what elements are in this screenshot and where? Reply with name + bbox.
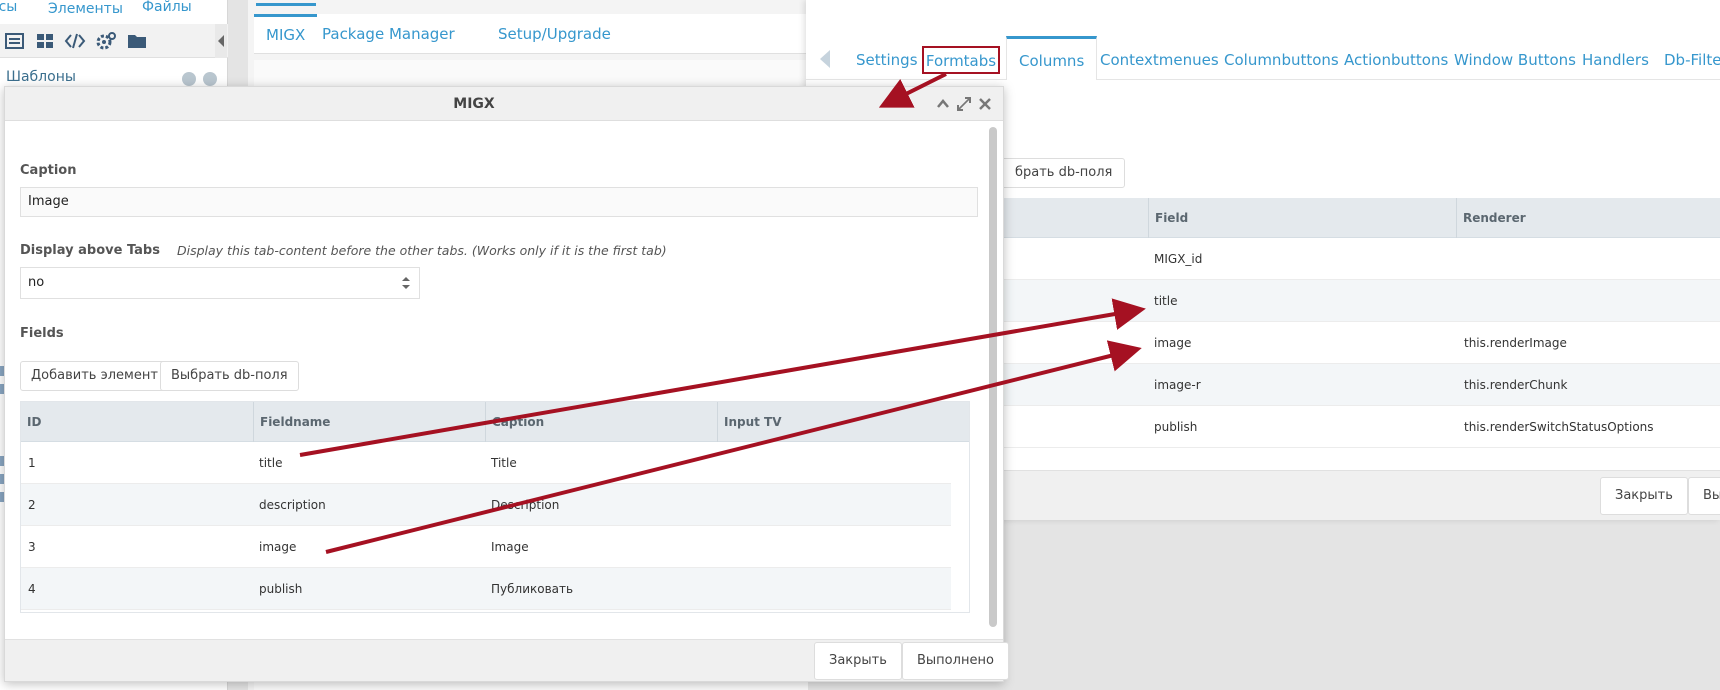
- cell-caption: Description: [491, 498, 560, 512]
- tab-handlers[interactable]: Handlers: [1582, 40, 1649, 80]
- modal-body: Caption Image Display above Tabs Display…: [5, 121, 1003, 639]
- close-button[interactable]: Закрыть: [814, 642, 902, 680]
- maximize-icon[interactable]: [957, 97, 971, 111]
- tab-columns[interactable]: Columns: [1006, 36, 1098, 80]
- done-button[interactable]: Вы: [1688, 477, 1720, 515]
- tree-toolbar: [0, 24, 228, 58]
- column-header-fieldname[interactable]: Fieldname: [253, 402, 485, 442]
- cell-field: title: [1154, 294, 1178, 308]
- cell-field: image-r: [1154, 378, 1201, 392]
- cell-renderer: this.renderImage: [1464, 336, 1567, 350]
- tab-contextmenues[interactable]: Contextmenues: [1100, 40, 1219, 80]
- tab-resources[interactable]: осы: [0, 0, 29, 20]
- refresh-icon[interactable]: [203, 72, 217, 86]
- tab-formtabs[interactable]: Formtabs: [922, 46, 1000, 74]
- tab-setup-upgrade[interactable]: Setup/Upgrade: [486, 14, 623, 54]
- collapse-left-icon: [218, 35, 224, 47]
- collapse-panel-button[interactable]: [215, 24, 227, 58]
- cell-fieldname: image: [259, 540, 297, 554]
- tree-item-label: Шаблоны: [6, 69, 76, 85]
- gears-icon[interactable]: [95, 31, 117, 51]
- table-row[interactable]: 4 publish Публиковать: [21, 568, 951, 610]
- scrollbar[interactable]: [989, 127, 997, 627]
- cell-renderer: this.renderSwitchStatusOptions: [1464, 420, 1654, 434]
- select-db-fields-button[interactable]: брать db-поля: [996, 158, 1126, 188]
- cell-id: 3: [28, 540, 36, 554]
- migx-formtab-modal: MIGX Caption Image Display above Tabs Di…: [4, 86, 1009, 682]
- column-header-id[interactable]: ID: [21, 402, 253, 442]
- select-arrows-icon: [402, 277, 410, 289]
- tab-window-buttons[interactable]: Window Buttons: [1454, 40, 1576, 80]
- tab-db-filters[interactable]: Db-Filters: [1664, 40, 1720, 80]
- migx-tabs: MIGX Package Manager Setup/Upgrade: [254, 14, 808, 54]
- fields-label: Fields: [20, 326, 64, 341]
- modal-title: MIGX: [453, 96, 495, 112]
- table-row[interactable]: 1 title Title: [21, 442, 951, 484]
- table-row[interactable]: 3 image Image: [21, 526, 951, 568]
- cell-field: image: [1154, 336, 1192, 350]
- list-icon[interactable]: [4, 31, 26, 51]
- modal-footer: Закрыть Выполнено: [5, 639, 1009, 681]
- cell-caption: Image: [491, 540, 529, 554]
- grid-icon[interactable]: [34, 31, 56, 51]
- column-header-caption[interactable]: Caption: [485, 402, 717, 442]
- caption-input[interactable]: Image: [20, 187, 978, 217]
- panel-header-stub: [256, 0, 316, 6]
- fields-grid-header: ID Fieldname Caption Input TV: [21, 402, 969, 442]
- tab-files[interactable]: Файлы: [130, 0, 204, 20]
- cell-id: 1: [28, 456, 36, 470]
- tab-settings[interactable]: Settings: [856, 40, 918, 80]
- display-above-tabs-hint: Display this tab-content before the othe…: [177, 243, 667, 258]
- select-value: no: [28, 275, 45, 290]
- cell-field: MIGX_id: [1154, 252, 1203, 266]
- tab-columnbuttons[interactable]: Columnbuttons: [1224, 40, 1339, 80]
- fields-grid: ID Fieldname Caption Input TV 1 title Ti…: [20, 401, 970, 613]
- config-tabs: Settings Formtabs Columns Contextmenues …: [806, 36, 1720, 80]
- cell-fieldname: publish: [259, 582, 303, 596]
- cell-field: publish: [1154, 420, 1198, 434]
- tab-package-manager[interactable]: Package Manager: [310, 14, 467, 54]
- cell-id: 4: [28, 582, 36, 596]
- tab-elements[interactable]: Элементы: [36, 0, 135, 22]
- table-row[interactable]: 2 description Description: [21, 484, 951, 526]
- done-button[interactable]: Выполнено: [902, 642, 1009, 680]
- select-db-fields-button[interactable]: Выбрать db-поля: [160, 361, 299, 391]
- collapse-icon[interactable]: [936, 97, 950, 111]
- close-icon[interactable]: [978, 97, 992, 111]
- column-header-renderer[interactable]: Renderer: [1456, 198, 1720, 238]
- modal-header[interactable]: MIGX: [5, 87, 1003, 121]
- code-icon[interactable]: [64, 31, 86, 51]
- tab-actionbuttons[interactable]: Actionbuttons: [1344, 40, 1448, 80]
- column-header-input-tv[interactable]: Input TV: [717, 402, 969, 442]
- close-button[interactable]: Закрыть: [1600, 477, 1688, 515]
- column-header-field[interactable]: Field: [1148, 198, 1456, 238]
- folder-icon[interactable]: [126, 31, 148, 51]
- left-tabs: осы Элементы Файлы: [0, 0, 228, 22]
- cell-fieldname: title: [259, 456, 283, 470]
- caption-label: Caption: [20, 163, 77, 178]
- cell-fieldname: description: [259, 498, 326, 512]
- cell-renderer: this.renderChunk: [1464, 378, 1568, 392]
- add-icon[interactable]: [182, 72, 196, 86]
- tab-migx[interactable]: MIGX: [254, 14, 318, 54]
- tab-scroll-left-icon[interactable]: [820, 50, 830, 68]
- cell-caption: Публиковать: [491, 582, 574, 596]
- display-above-tabs-select[interactable]: no: [20, 267, 420, 299]
- cell-caption: Title: [491, 456, 517, 470]
- add-element-button[interactable]: Добавить элемент: [20, 361, 169, 391]
- display-above-tabs-label: Display above Tabs: [20, 243, 160, 258]
- cell-id: 2: [28, 498, 36, 512]
